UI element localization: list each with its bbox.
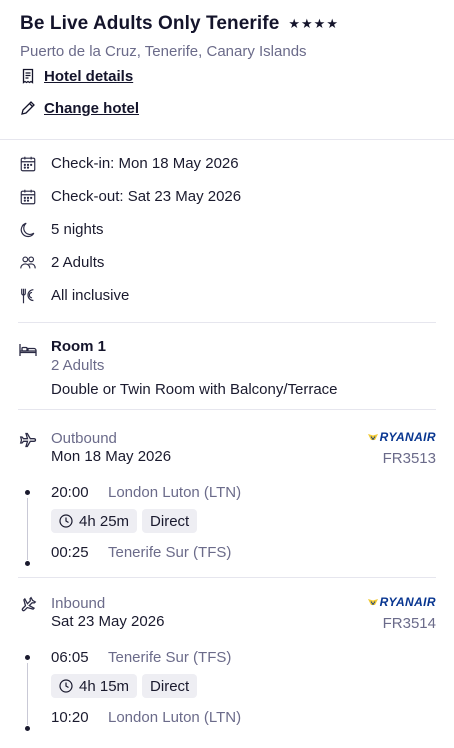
checkout-row: Check-out: Sat 23 May 2026 <box>18 180 436 213</box>
duration-text: 4h 25m <box>79 512 130 530</box>
inbound-chips: 4h 15m Direct <box>51 674 436 698</box>
guests-text: 2 Adults <box>51 254 105 271</box>
airline-name: RYANAIR <box>379 595 436 609</box>
airline-name: RYANAIR <box>379 430 436 444</box>
hotel-location: Puerto de la Cruz, Tenerife, Canary Isla… <box>20 43 307 60</box>
depart-time: 06:05 <box>51 648 89 666</box>
harp-icon <box>367 599 378 606</box>
harp-icon <box>367 434 378 441</box>
header-divider <box>0 139 454 140</box>
receipt-icon <box>20 68 36 84</box>
depart-place: London Luton (LTN) <box>108 483 242 501</box>
inbound-header: Inbound Sat 23 May 2026 RYANAIR FR3514 <box>18 595 436 632</box>
bed-icon <box>18 340 38 360</box>
inbound-left: Inbound Sat 23 May 2026 <box>18 595 164 632</box>
calendar-icon <box>18 154 38 174</box>
arrive-time: 10:20 <box>51 708 89 726</box>
board-text: All inclusive <box>51 287 130 304</box>
outbound-airline: RYANAIR FR3513 <box>367 430 436 467</box>
inbound-arrive-row: 10:20 London Luton (LTN) <box>51 702 436 732</box>
guests-row: 2 Adults <box>18 246 436 279</box>
ryanair-logo: RYANAIR <box>367 430 436 444</box>
timeline-line <box>27 498 28 560</box>
inbound-flight: Inbound Sat 23 May 2026 RYANAIR FR3514 0… <box>18 578 436 732</box>
board-row: All inclusive <box>18 279 436 312</box>
outbound-chips: 4h 25m Direct <box>51 509 436 533</box>
depart-time: 20:00 <box>51 483 89 501</box>
timeline-dot-depart <box>25 490 30 495</box>
room-block: Room 1 2 Adults Double or Twin Room with… <box>18 323 436 398</box>
cutlery-icon <box>18 286 38 306</box>
inbound-label: Inbound <box>51 595 106 612</box>
clock-icon <box>59 679 73 693</box>
inbound-depart-row: 06:05 Tenerife Sur (TFS) <box>51 642 436 672</box>
duration-chip: 4h 15m <box>51 674 138 698</box>
arrive-time: 00:25 <box>51 543 89 561</box>
room-guests: 2 Adults <box>51 357 105 374</box>
star-rating: ★★★★ <box>288 16 339 31</box>
timeline-dot-depart <box>25 655 30 660</box>
change-hotel-link[interactable]: Change hotel <box>20 92 434 124</box>
stay-section: Check-in: Mon 18 May 2026 Check-out: Sat… <box>0 147 454 732</box>
outbound-arrive-row: 00:25 Tenerife Sur (TFS) <box>51 537 436 567</box>
inbound-labels: Inbound Sat 23 May 2026 <box>51 595 164 632</box>
outbound-label: Outbound <box>51 430 117 447</box>
room-type: Double or Twin Room with Balcony/Terrace <box>51 381 338 398</box>
timeline-dot-arrive <box>25 561 30 566</box>
room-title: Room 1 <box>51 338 107 355</box>
outbound-flight-number: FR3513 <box>382 450 436 467</box>
arrive-place: London Luton (LTN) <box>108 708 242 726</box>
timeline-line <box>27 663 28 725</box>
outbound-depart-row: 20:00 London Luton (LTN) <box>51 477 436 507</box>
calendar-icon <box>18 187 38 207</box>
direct-chip: Direct <box>142 509 198 533</box>
arrive-place: Tenerife Sur (TFS) <box>108 543 232 561</box>
nights-row: 5 nights <box>18 213 436 246</box>
ryanair-logo: RYANAIR <box>367 595 436 609</box>
plane-arrive-icon <box>18 595 38 615</box>
outbound-flight: Outbound Mon 18 May 2026 RYANAIR FR3513 … <box>18 410 436 567</box>
pencil-icon <box>20 100 36 116</box>
hotel-details-link[interactable]: Hotel details <box>20 60 434 92</box>
hotel-header: Be Live Adults Only Tenerife ★★★★ Puerto… <box>0 0 454 124</box>
title-row: Be Live Adults Only Tenerife ★★★★ <box>20 12 434 36</box>
duration-chip: 4h 25m <box>51 509 138 533</box>
nights-text: 5 nights <box>51 221 104 238</box>
checkin-text: Check-in: Mon 18 May 2026 <box>51 155 239 172</box>
outbound-header: Outbound Mon 18 May 2026 RYANAIR FR3513 <box>18 430 436 467</box>
direct-chip: Direct <box>142 674 198 698</box>
outbound-date: Mon 18 May 2026 <box>51 448 172 465</box>
outbound-labels: Outbound Mon 18 May 2026 <box>51 430 171 467</box>
hotel-details-label[interactable]: Hotel details <box>44 68 133 85</box>
plane-depart-icon <box>18 430 38 450</box>
inbound-flight-number: FR3514 <box>382 615 436 632</box>
moon-icon <box>18 220 38 240</box>
duration-text: 4h 15m <box>79 677 130 695</box>
outbound-left: Outbound Mon 18 May 2026 <box>18 430 171 467</box>
room-info: Room 1 2 Adults Double or Twin Room with… <box>51 338 338 398</box>
clock-icon <box>59 514 73 528</box>
inbound-airline: RYANAIR FR3514 <box>367 595 436 632</box>
timeline-dot-arrive <box>25 726 30 731</box>
depart-place: Tenerife Sur (TFS) <box>108 648 232 666</box>
people-icon <box>18 253 38 273</box>
inbound-timeline: 06:05 Tenerife Sur (TFS) 4h 15m Direct 1… <box>18 642 436 732</box>
hotel-name: Be Live Adults Only Tenerife <box>20 13 280 34</box>
change-hotel-label[interactable]: Change hotel <box>44 100 139 117</box>
outbound-timeline: 20:00 London Luton (LTN) 4h 25m Direct 0… <box>18 477 436 567</box>
inbound-date: Sat 23 May 2026 <box>51 613 165 630</box>
checkout-text: Check-out: Sat 23 May 2026 <box>51 188 242 205</box>
checkin-row: Check-in: Mon 18 May 2026 <box>18 147 436 180</box>
